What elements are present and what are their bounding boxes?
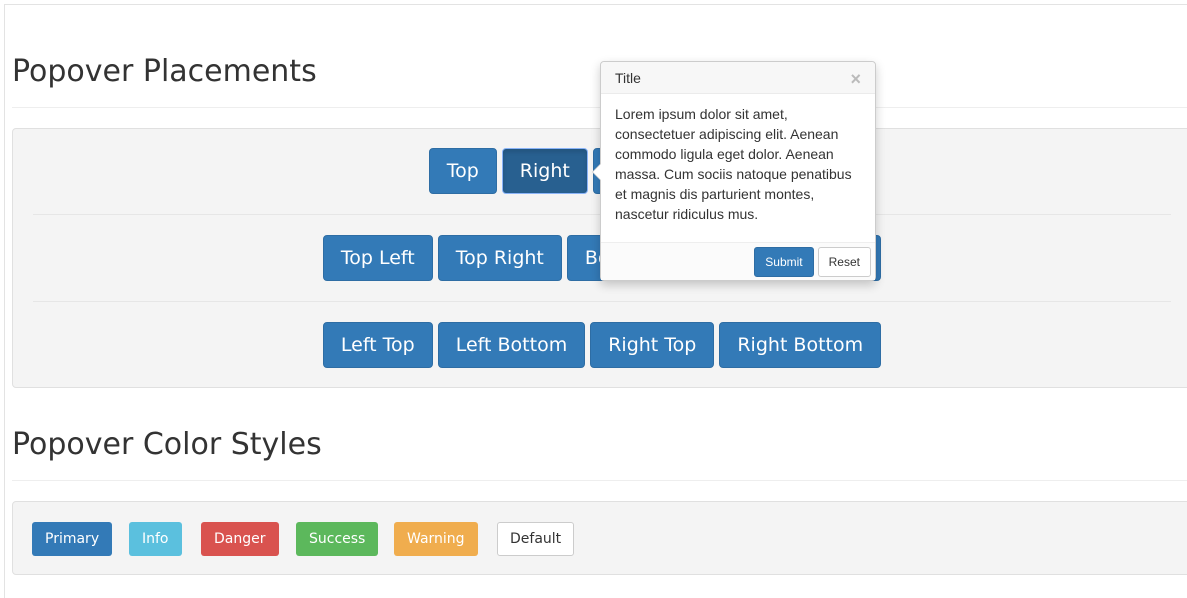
- popover-footer: Submit Reset: [601, 242, 875, 280]
- primary-button[interactable]: Primary: [32, 522, 113, 556]
- colors-panel: Primary Info Danger Success Warning Default: [12, 501, 1187, 575]
- warning-button[interactable]: Warning: [394, 522, 478, 556]
- row-divider: [33, 301, 1171, 302]
- placement-button-right-bottom[interactable]: Right Bottom: [719, 322, 882, 368]
- placement-button-right[interactable]: Right: [501, 148, 588, 194]
- popover-arrow: [592, 163, 601, 181]
- placement-button-top[interactable]: Top: [428, 148, 497, 194]
- placement-button-top-left[interactable]: Top Left: [322, 235, 433, 281]
- info-button[interactable]: Info: [129, 522, 182, 556]
- success-button[interactable]: Success: [296, 522, 379, 556]
- placement-row: Left Top Left Bottom Right Top Right Bottom: [13, 322, 1187, 368]
- close-icon[interactable]: ×: [850, 69, 861, 90]
- default-button[interactable]: Default: [497, 522, 575, 556]
- divider: [12, 480, 1187, 481]
- popover-title: Title: [615, 70, 641, 86]
- danger-button[interactable]: Danger: [201, 522, 279, 556]
- placement-button-top-right[interactable]: Top Right: [437, 235, 562, 281]
- placement-button-right-top[interactable]: Right Top: [590, 322, 715, 368]
- submit-button[interactable]: Submit: [754, 246, 814, 277]
- popover: Title × Lorem ipsum dolor sit amet, cons…: [592, 61, 876, 281]
- reset-button[interactable]: Reset: [817, 246, 871, 277]
- placements-heading: Popover Placements: [12, 54, 317, 89]
- popover-header: Title ×: [601, 62, 875, 94]
- colors-heading: Popover Color Styles: [12, 427, 322, 462]
- placement-button-left-bottom[interactable]: Left Bottom: [437, 322, 586, 368]
- placement-button-left-top[interactable]: Left Top: [322, 322, 433, 368]
- popover-body: Lorem ipsum dolor sit amet, consectetuer…: [615, 106, 852, 222]
